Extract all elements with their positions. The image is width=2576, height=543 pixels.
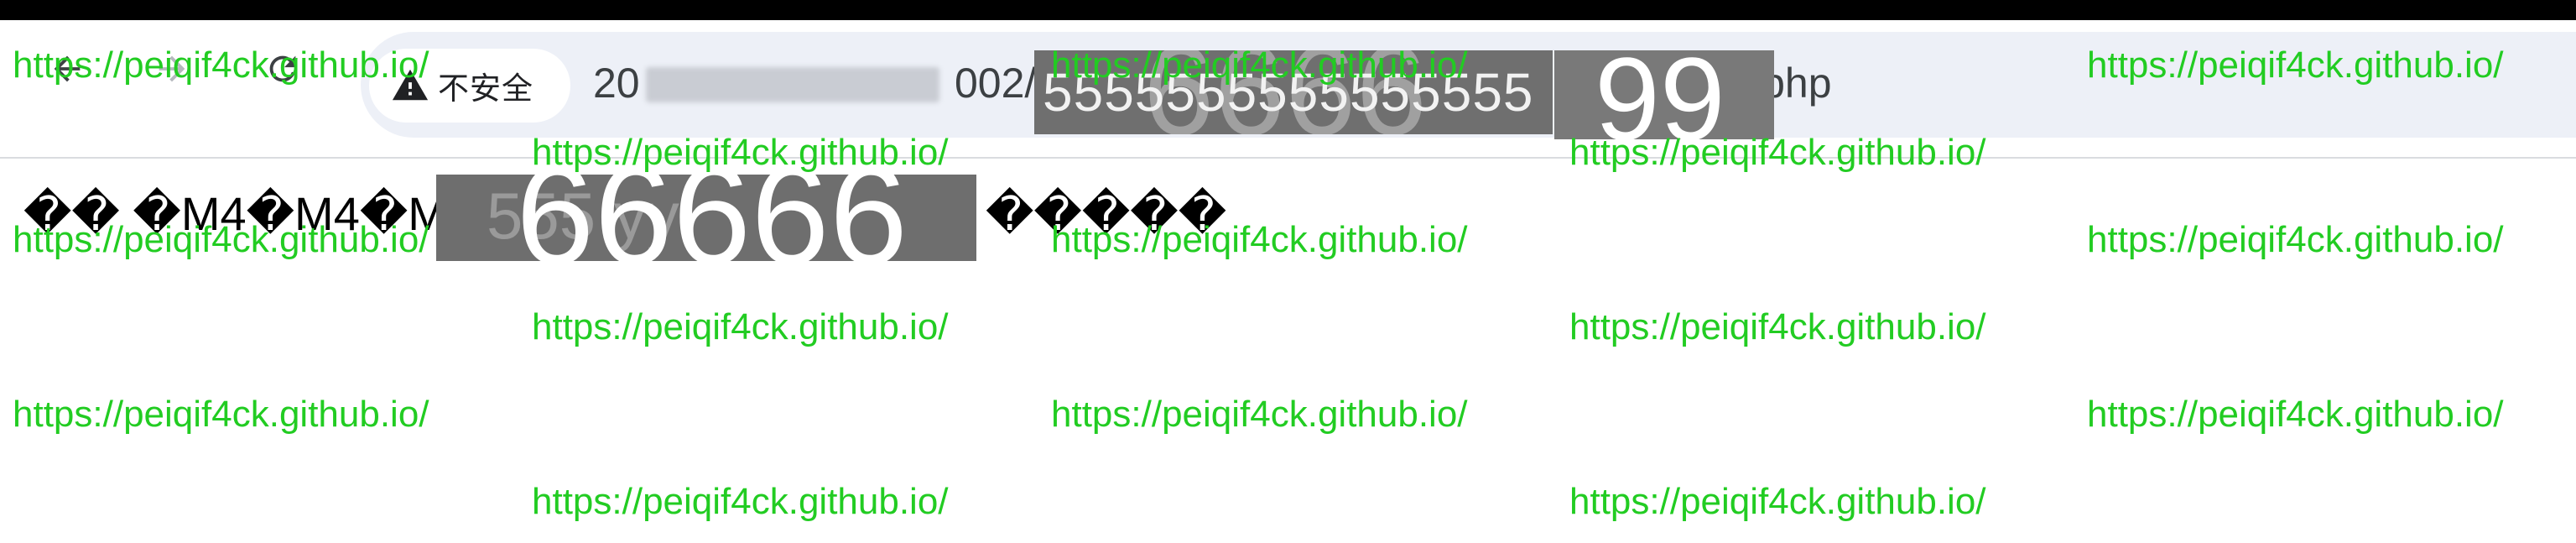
watermark-text: https://peiqif4ck.github.io/ (2087, 44, 2504, 86)
watermark-text: https://peiqif4ck.github.io/ (13, 394, 429, 435)
injected-overlay-box: 555 yy 66666 (436, 175, 976, 261)
watermark-text: https://peiqif4ck.github.io/ (532, 306, 949, 347)
title-strip (0, 0, 2576, 20)
watermark-text: https://peiqif4ck.github.io/ (1569, 306, 1986, 347)
watermark-text: https://peiqif4ck.github.io/ (1569, 481, 1986, 522)
overlay-big-text: 66666 (516, 175, 908, 261)
url-fragment: 002/ (955, 60, 1037, 107)
url-redacted-part (646, 67, 939, 102)
watermark-text: https://peiqif4ck.github.io/ (532, 132, 949, 173)
toolbar-divider (0, 157, 2576, 159)
injected-overlay-strip-two: 99 (1554, 50, 1774, 139)
watermark-text: https://peiqif4ck.github.io/ (1051, 394, 1468, 435)
watermark-text: https://peiqif4ck.github.io/ (1569, 132, 1986, 173)
watermark-text: https://peiqif4ck.github.io/ (1051, 44, 1468, 86)
browser-window: 不安全 20 002/ 8b8a.php 6666 55555555555555… (0, 0, 2576, 543)
watermark-text: https://peiqif4ck.github.io/ (532, 481, 949, 522)
watermark-text: https://peiqif4ck.github.io/ (2087, 219, 2504, 260)
watermark-text: https://peiqif4ck.github.io/ (13, 219, 429, 260)
security-label: 不安全 (438, 71, 533, 106)
watermark-text: https://peiqif4ck.github.io/ (13, 44, 429, 86)
overlay-strip-two-text: 99 (1595, 50, 1725, 139)
watermark-text: https://peiqif4ck.github.io/ (2087, 394, 2504, 435)
url-prefix: 20 (593, 60, 640, 107)
watermark-text: https://peiqif4ck.github.io/ (1051, 219, 1468, 260)
